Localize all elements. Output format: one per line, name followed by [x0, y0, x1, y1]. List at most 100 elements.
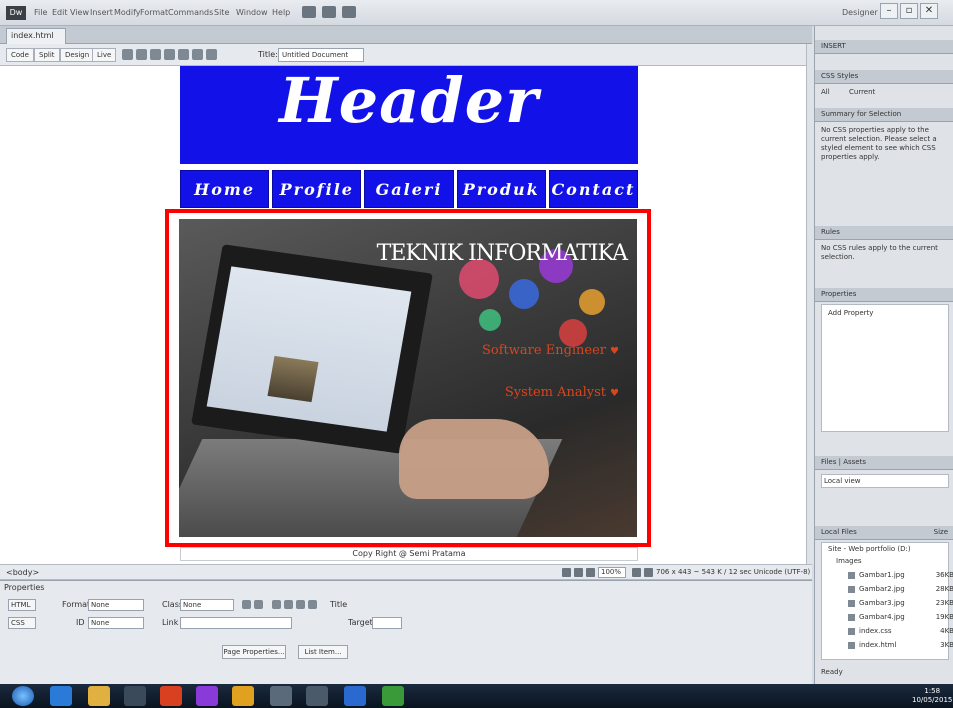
app-icon[interactable]: [270, 686, 292, 706]
site-icon[interactable]: [342, 6, 356, 18]
nav-home[interactable]: Home: [180, 170, 270, 208]
menu-file[interactable]: File: [34, 8, 47, 17]
site-view-select[interactable]: Local view: [821, 474, 949, 488]
file-row[interactable]: Gambar2.jpg 28KB: [848, 585, 953, 593]
file-explorer-icon[interactable]: [88, 686, 110, 706]
files-tab[interactable]: Files: [821, 458, 836, 466]
menu-commands[interactable]: Commands: [168, 8, 213, 17]
close-button[interactable]: ✕: [920, 3, 938, 19]
hero-link-system[interactable]: System Analyst ♥: [505, 385, 619, 400]
system-clock[interactable]: 1:58 10/05/2015: [912, 687, 952, 705]
italic-icon[interactable]: [254, 600, 263, 609]
menu-edit[interactable]: Edit: [52, 8, 68, 17]
design-scrollbar[interactable]: [806, 44, 814, 564]
refresh-icon[interactable]: [192, 49, 203, 60]
live-view-button[interactable]: Live: [92, 48, 117, 62]
document-tabs: index.html: [0, 26, 812, 44]
chrome-icon[interactable]: [232, 686, 254, 706]
browser-preview-icon[interactable]: [136, 49, 147, 60]
desktop-size-icon[interactable]: [644, 568, 653, 577]
assets-tab[interactable]: Assets: [843, 458, 866, 466]
design-view[interactable]: Header Home Profile Galeri Produk Contac…: [0, 66, 812, 564]
properties-list[interactable]: Add Property: [821, 304, 949, 432]
unordered-list-icon[interactable]: [272, 600, 281, 609]
properties-panel: Properties HTML CSS Format None Class No…: [0, 580, 812, 684]
restore-button[interactable]: ▫: [900, 3, 918, 19]
menu-help[interactable]: Help: [272, 8, 290, 17]
document-title-input[interactable]: Untitled Document: [278, 48, 364, 62]
media-icon[interactable]: [196, 686, 218, 706]
css-tab-current[interactable]: Current: [849, 88, 953, 97]
mobile-size-icon[interactable]: [632, 568, 641, 577]
target-select[interactable]: [372, 617, 402, 629]
menu-insert[interactable]: Insert: [90, 8, 113, 17]
html-mode-button[interactable]: HTML: [8, 599, 36, 611]
status-bar: <body> 100% 706 x 443 ~ 543 K / 12 sec U…: [0, 564, 812, 580]
menu-format[interactable]: Format: [140, 8, 168, 17]
options-icon[interactable]: [206, 49, 217, 60]
format-select[interactable]: None: [88, 599, 144, 611]
menu-modify[interactable]: Modify: [114, 8, 141, 17]
tab-index-html[interactable]: index.html: [6, 28, 66, 44]
tag-selector[interactable]: <body>: [6, 568, 39, 577]
app-icon[interactable]: [306, 686, 328, 706]
zoom-select[interactable]: 100%: [598, 567, 626, 578]
workspace-switcher[interactable]: Designer: [842, 8, 878, 17]
extend-icon[interactable]: [322, 6, 336, 18]
id-label: ID: [76, 618, 85, 627]
add-property-link[interactable]: Add Property: [828, 309, 952, 318]
files-status: Ready: [821, 668, 843, 676]
outdent-icon[interactable]: [296, 600, 305, 609]
code-view-button[interactable]: Code: [6, 48, 34, 62]
file-row[interactable]: Gambar4.jpg 19KB: [848, 613, 953, 621]
app-icon[interactable]: [124, 686, 146, 706]
nav-galeri[interactable]: Galeri: [364, 170, 454, 208]
page-properties-button[interactable]: Page Properties...: [222, 645, 286, 659]
site-root-row[interactable]: Site - Web portfolio (D:): [828, 545, 936, 553]
images-folder-row[interactable]: Images: [836, 557, 944, 565]
nav-contact[interactable]: Contact: [548, 170, 639, 208]
file-row[interactable]: index.html 3KB: [848, 641, 953, 649]
ordered-list-icon[interactable]: [284, 600, 293, 609]
link-input[interactable]: [180, 617, 292, 629]
firefox-icon[interactable]: [160, 686, 182, 706]
design-view-button[interactable]: Design: [60, 48, 95, 62]
hand-tool-icon[interactable]: [574, 568, 583, 577]
class-select[interactable]: None: [180, 599, 234, 611]
nav-profile[interactable]: Profile: [272, 170, 362, 208]
layout-icon[interactable]: [302, 6, 316, 18]
start-icon[interactable]: [12, 686, 34, 706]
minimize-button[interactable]: –: [880, 3, 898, 19]
id-select[interactable]: None: [88, 617, 144, 629]
select-tool-icon[interactable]: [562, 568, 571, 577]
file-management-icon[interactable]: [150, 49, 161, 60]
insert-panel-head[interactable]: INSERT: [815, 40, 953, 54]
hero-link-software[interactable]: Software Engineer ♥: [482, 343, 619, 358]
nav-produk[interactable]: Produk: [456, 170, 546, 208]
laptop-display: [206, 266, 412, 432]
css-styles-head[interactable]: CSS Styles: [815, 70, 953, 84]
file-row[interactable]: index.css 4KB: [848, 627, 953, 635]
file-tree[interactable]: Site - Web portfolio (D:) Images Gambar1…: [821, 542, 953, 660]
properties-title: Properties: [4, 583, 45, 592]
menu-site[interactable]: Site: [214, 8, 229, 17]
app-icon[interactable]: [344, 686, 366, 706]
hero-image[interactable]: TEKNIK INFORMATIKA Software Engineer ♥ Sy…: [179, 219, 637, 537]
visual-aids-icon[interactable]: [178, 49, 189, 60]
css-mode-button[interactable]: CSS: [8, 617, 36, 629]
file-row[interactable]: Gambar1.jpg 36KB: [848, 571, 953, 579]
hero-link-label: Software Engineer: [482, 343, 607, 358]
menu-window[interactable]: Window: [236, 8, 268, 17]
zoom-tool-icon[interactable]: [586, 568, 595, 577]
list-item-button[interactable]: List Item...: [298, 645, 348, 659]
check-page-icon[interactable]: [164, 49, 175, 60]
bokeh-light: [479, 309, 501, 331]
file-row[interactable]: Gambar3.jpg 23KB: [848, 599, 953, 607]
split-view-button[interactable]: Split: [34, 48, 60, 62]
multiscreen-icon[interactable]: [122, 49, 133, 60]
menu-view[interactable]: View: [70, 8, 89, 17]
internet-explorer-icon[interactable]: [50, 686, 72, 706]
bold-icon[interactable]: [242, 600, 251, 609]
dreamweaver-icon[interactable]: [382, 686, 404, 706]
indent-icon[interactable]: [308, 600, 317, 609]
